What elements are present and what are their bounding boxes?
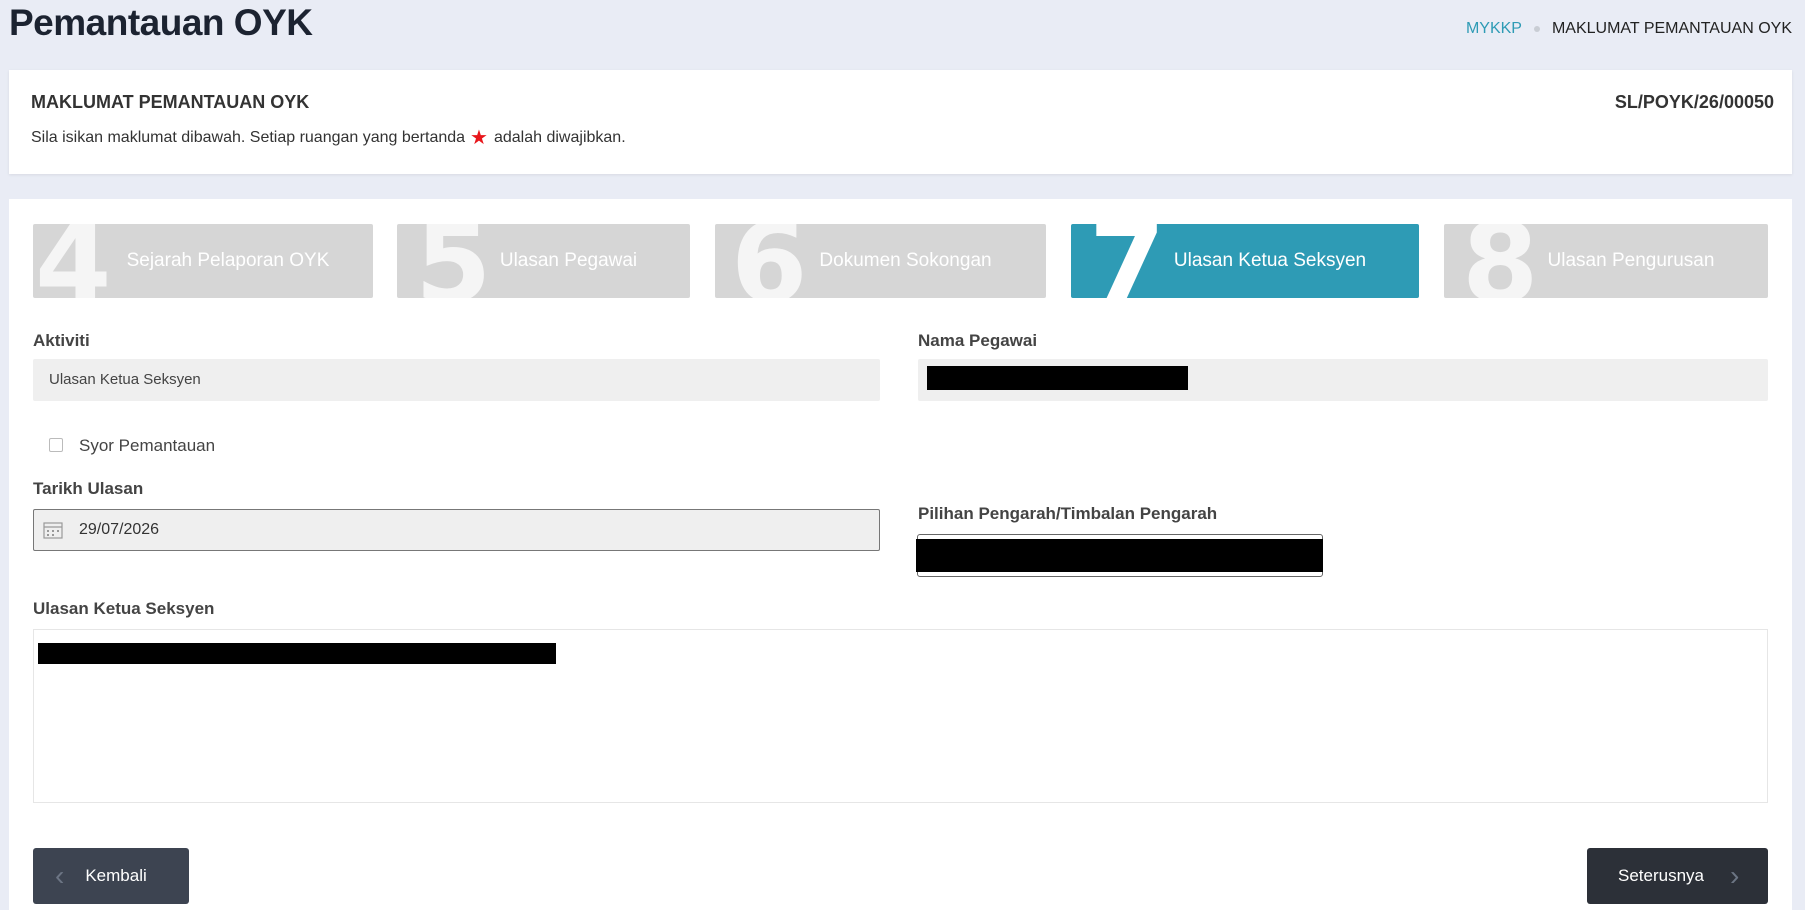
redacted-value [38, 643, 556, 664]
nama-pegawai-field[interactable] [918, 359, 1768, 401]
step-8[interactable]: 8 Ulasan Pengurusan [1444, 224, 1768, 298]
tarikh-ulasan-value: 29/07/2026 [79, 521, 160, 538]
star-icon: ★ [470, 127, 488, 149]
syor-pemantauan-label: Syor Pemantauan [79, 436, 216, 455]
form-card: 4 Sejarah Pelaporan OYK 5 Ulasan Pegawai… [9, 199, 1792, 910]
step-4[interactable]: 4 Sejarah Pelaporan OYK [33, 224, 373, 298]
info-title: MAKLUMAT PEMANTAUAN OYK [31, 92, 310, 112]
wizard-steps: 4 Sejarah Pelaporan OYK 5 Ulasan Pegawai… [33, 224, 1768, 298]
calendar-icon [43, 522, 63, 539]
syor-pemantauan-row[interactable]: Syor Pemantauan [49, 436, 215, 456]
pilihan-pengarah-label: Pilihan Pengarah/Timbalan Pengarah [918, 504, 1218, 523]
tarikh-ulasan-field[interactable]: 29/07/2026 [33, 509, 880, 551]
ulasan-ketua-seksyen-label: Ulasan Ketua Seksyen [33, 599, 215, 618]
step-label: Ulasan Pengurusan [1547, 250, 1715, 271]
step-label: Sejarah Pelaporan OYK [126, 250, 330, 271]
nama-pegawai-label: Nama Pegawai [918, 331, 1038, 350]
chevron-right-icon: › [1730, 860, 1740, 891]
kembali-label: Kembali [85, 866, 147, 885]
kembali-button[interactable]: ‹ Kembali [33, 848, 189, 904]
step-label: Ulasan Pegawai [499, 250, 638, 271]
redacted-value [927, 366, 1188, 390]
info-card: MAKLUMAT PEMANTAUAN OYK SL/POYK/26/00050… [9, 70, 1792, 174]
chevron-left-icon: ‹ [55, 860, 65, 891]
aktiviti-field[interactable]: Ulasan Ketua Seksyen [33, 359, 880, 401]
ulasan-ketua-seksyen-textarea[interactable] [33, 629, 1768, 803]
syor-pemantauan-checkbox[interactable] [49, 438, 63, 452]
step-label: Ulasan Ketua Seksyen [1173, 250, 1367, 271]
breadcrumb-separator [1533, 26, 1540, 32]
step-5[interactable]: 5 Ulasan Pegawai [397, 224, 690, 298]
step-7[interactable]: 7 Ulasan Ketua Seksyen [1071, 224, 1419, 298]
required-note: Sila isikan maklumat dibawah. Setiap rua… [31, 128, 626, 148]
required-note-text: Sila isikan maklumat dibawah. Setiap rua… [31, 129, 466, 146]
aktiviti-label: Aktiviti [33, 331, 90, 350]
required-note-text-end: adalah diwajibkan. [493, 129, 626, 146]
page-title: Pemantauan OYK [9, 2, 313, 43]
tarikh-ulasan-label: Tarikh Ulasan [33, 479, 144, 498]
seterusnya-label: Seterusnya [1618, 866, 1704, 885]
breadcrumb-current: MAKLUMAT PEMANTAUAN OYK [1551, 20, 1792, 37]
reference-number: SL/POYK/26/00050 [1614, 92, 1774, 112]
pilihan-pengarah-select[interactable] [916, 534, 1323, 577]
seterusnya-button[interactable]: Seterusnya › [1587, 848, 1768, 904]
step-label: Dokumen Sokongan [819, 250, 992, 271]
breadcrumb-home-link[interactable]: MYKKP [1466, 20, 1522, 38]
breadcrumb: MYKKP MAKLUMAT PEMANTAUAN OYK [1466, 20, 1792, 38]
step-6[interactable]: 6 Dokumen Sokongan [715, 224, 1046, 298]
redacted-value [916, 539, 1323, 572]
